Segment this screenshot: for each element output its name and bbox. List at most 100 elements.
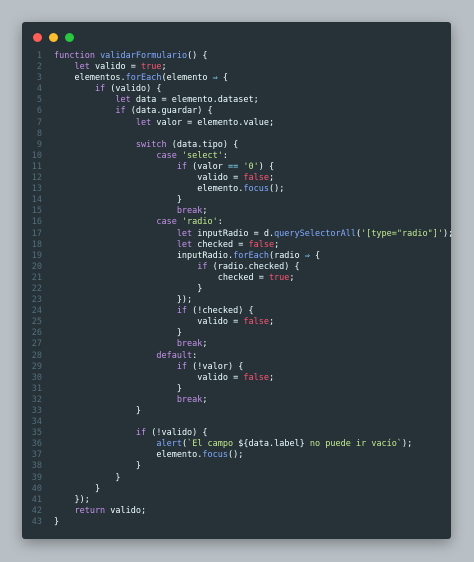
code-text: valido = false; xyxy=(42,317,274,328)
code-token: 'radio' xyxy=(181,217,218,228)
code-token: let xyxy=(54,117,157,128)
line-number: 10 xyxy=(31,150,42,161)
code-token: let xyxy=(54,95,136,106)
line-number: 20 xyxy=(31,261,42,272)
code-token: valido; xyxy=(110,505,147,516)
code-token: ; xyxy=(202,339,208,350)
code-token: querySelectorAll xyxy=(274,228,356,239)
code-token: false xyxy=(243,372,269,383)
code-token: (); xyxy=(268,184,285,195)
code-text: } xyxy=(42,484,100,495)
code-token: true xyxy=(268,272,290,283)
code-token: (radio xyxy=(268,250,305,261)
code-line: 21 checked = true; xyxy=(22,273,451,284)
code-token: ; xyxy=(202,394,208,405)
line-number: 40 xyxy=(31,483,42,494)
code-token: if xyxy=(54,106,131,117)
line-number: 19 xyxy=(31,250,42,261)
line-number: 32 xyxy=(31,394,42,405)
code-token: validarFormulario xyxy=(100,51,188,61)
code-text: checked = true; xyxy=(42,273,295,284)
code-text: inputRadio.forEach(radio ⇒ { xyxy=(42,251,320,262)
code-token: inputRadio. xyxy=(54,250,234,261)
code-token: }); xyxy=(54,494,90,505)
code-text: valido = false; xyxy=(42,173,274,184)
code-text: } xyxy=(42,195,182,206)
code-text: valido = false; xyxy=(42,373,274,384)
code-line: 16 case 'radio': xyxy=(22,217,451,228)
code-token: (!checked) { xyxy=(192,306,254,317)
code-token: function xyxy=(54,51,101,61)
line-number: 16 xyxy=(31,217,42,228)
line-number: 31 xyxy=(31,383,42,394)
line-number: 5 xyxy=(36,95,42,106)
code-token: if xyxy=(54,261,213,272)
code-text: if (valor == '0') { xyxy=(42,162,274,173)
code-text: }); xyxy=(42,295,192,306)
code-text: if (radio.checked) { xyxy=(42,261,299,273)
code-token: } xyxy=(54,383,182,394)
code-token: break xyxy=(54,206,203,217)
code-line: 7 let valor = elemento.value; xyxy=(22,118,451,129)
code-token: : xyxy=(192,350,198,361)
code-line: 30 valido = false; xyxy=(22,373,451,384)
code-line: 6 if (data.guardar) { xyxy=(22,106,451,117)
code-text: } xyxy=(42,328,182,339)
code-token: if xyxy=(54,306,193,317)
code-token: ; xyxy=(202,206,208,217)
code-window: 1 function validarFormulario() {2 let val… xyxy=(22,22,453,539)
code-line: 38 } xyxy=(22,461,451,472)
code-token: '[type="radio"]' xyxy=(361,228,443,239)
code-token: forEach xyxy=(233,250,269,261)
code-token: break xyxy=(54,339,203,350)
line-number: 42 xyxy=(31,505,42,516)
maximize-dot-icon[interactable] xyxy=(65,33,74,42)
code-token: let xyxy=(54,62,95,73)
code-token: ) { xyxy=(258,161,275,172)
code-line: 41 }); xyxy=(22,495,451,506)
line-number: 30 xyxy=(31,372,42,383)
code-token: valido = xyxy=(54,173,244,184)
code-text: } xyxy=(42,284,202,295)
code-line: 20 if (radio.checked) { xyxy=(22,262,451,273)
minimize-dot-icon[interactable] xyxy=(49,33,58,42)
line-number: 7 xyxy=(36,117,42,128)
line-number: 43 xyxy=(31,516,42,527)
code-token: (); xyxy=(228,450,244,461)
code-line: 17 let inputRadio = d.querySelectorAll('… xyxy=(22,229,453,240)
code-token: (!valido) { xyxy=(151,428,208,439)
line-number: 3 xyxy=(36,73,42,84)
code-token: : xyxy=(222,150,229,161)
code-line: 10 case 'select': xyxy=(22,151,451,162)
code-text: if (valido) { xyxy=(42,84,162,95)
line-number: 6 xyxy=(36,106,42,117)
code-text: let valido = true; xyxy=(42,62,167,73)
code-token: ${data.label} xyxy=(238,439,305,450)
code-token: ; xyxy=(274,239,280,250)
line-number: 2 xyxy=(36,62,42,73)
code-line: 32 break; xyxy=(22,395,451,406)
line-number: 39 xyxy=(31,472,42,483)
code-token: } xyxy=(54,406,141,416)
code-text: } xyxy=(42,461,141,472)
close-dot-icon[interactable] xyxy=(33,33,42,42)
line-number: 13 xyxy=(31,184,42,195)
code-line: 27 break; xyxy=(22,339,451,350)
code-token: data = elemento.dataset; xyxy=(135,95,259,106)
code-token: ; xyxy=(161,62,167,73)
code-token: (valor xyxy=(192,161,228,172)
code-token: return xyxy=(54,505,111,516)
code-token: ; xyxy=(268,173,275,184)
code-text: return valido; xyxy=(42,506,146,517)
code-token: true xyxy=(141,62,162,73)
code-token: false xyxy=(243,317,269,328)
line-number: 11 xyxy=(31,161,42,172)
code-line: 5 let data = elemento.dataset; xyxy=(22,95,451,106)
line-number: 28 xyxy=(31,350,42,361)
code-text: elemento.focus(); xyxy=(42,450,243,461)
code-token: forEach xyxy=(125,73,162,84)
code-token: } xyxy=(54,483,101,494)
code-text: let inputRadio = d.querySelectorAll('[ty… xyxy=(42,229,453,240)
line-number: 27 xyxy=(31,339,42,350)
